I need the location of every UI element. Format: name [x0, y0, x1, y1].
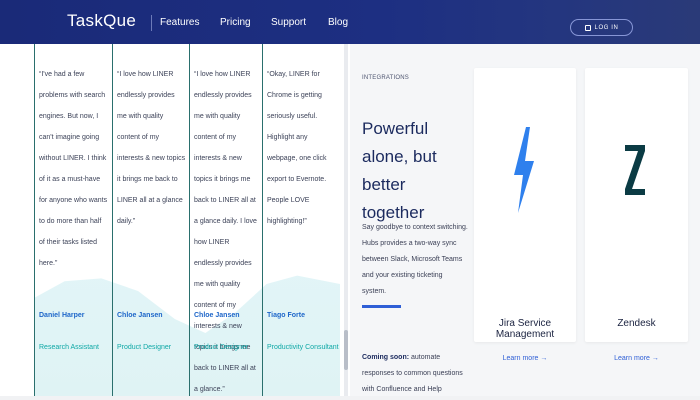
scrollbar-thumb[interactable]: [344, 330, 348, 370]
coming-soon-text: Coming soon: automate responses to commo…: [362, 350, 468, 400]
login-icon: [584, 24, 591, 31]
testimonial-quote: “Okay, LINER for Chrome is getting serio…: [267, 71, 327, 225]
jira-icon: [514, 127, 534, 213]
accent-bar: [362, 305, 401, 308]
testimonial-role: Product Designer: [194, 344, 249, 351]
nav-support[interactable]: Support: [271, 17, 306, 28]
nav-features[interactable]: Features: [160, 17, 199, 28]
integration-card-title: Jira Service Management: [495, 318, 555, 340]
testimonial-quote: “I love how LINER endlessly provides me …: [117, 71, 186, 225]
integrations-headline: Powerful alone, but better together: [362, 119, 437, 222]
bottom-edge: [0, 396, 700, 400]
testimonial-name: Chloe Jansen: [194, 312, 240, 319]
login-label: LOG IN: [594, 24, 619, 31]
testimonial-card: “I love how LINER endlessly provides me …: [112, 44, 189, 396]
top-navbar: TaskQue Features Pricing Support Blog LO…: [0, 0, 700, 44]
testimonial-role: Product Designer: [117, 344, 172, 351]
integrations-kicker: INTEGRATIONS: [362, 75, 409, 81]
integrations-description: Say goodbye to context switching. Hubs p…: [362, 224, 468, 295]
testimonial-quote: “I've had a few problems with search eng…: [39, 71, 108, 267]
learn-more-link[interactable]: Learn more →: [585, 355, 688, 362]
nav-blog[interactable]: Blog: [328, 17, 348, 28]
nav-pricing[interactable]: Pricing: [220, 17, 251, 28]
testimonial-role: Productivity Consultant: [267, 344, 339, 351]
integration-card-zendesk[interactable]: Zendesk Learn more →: [585, 68, 688, 362]
learn-more-link[interactable]: Learn more →: [474, 355, 576, 362]
testimonial-name: Tiago Forte: [267, 312, 305, 319]
testimonial-name: Chloe Jansen: [117, 312, 163, 319]
testimonial-role: Research Assistant: [39, 344, 99, 351]
login-button[interactable]: LOG IN: [570, 19, 633, 36]
zendesk-icon: [625, 145, 645, 195]
testimonials-section: “I've had a few problems with search eng…: [34, 44, 340, 396]
integration-card-title: Zendesk: [617, 318, 656, 329]
coming-soon-label: Coming soon:: [362, 354, 410, 361]
testimonial-name: Daniel Harper: [39, 312, 85, 319]
header-divider: [151, 15, 152, 31]
testimonial-card: “I love how LINER endlessly provides me …: [189, 44, 262, 396]
logo[interactable]: TaskQue: [67, 11, 136, 31]
testimonial-card: “I've had a few problems with search eng…: [34, 44, 112, 396]
testimonial-card: “Okay, LINER for Chrome is getting serio…: [262, 44, 340, 396]
